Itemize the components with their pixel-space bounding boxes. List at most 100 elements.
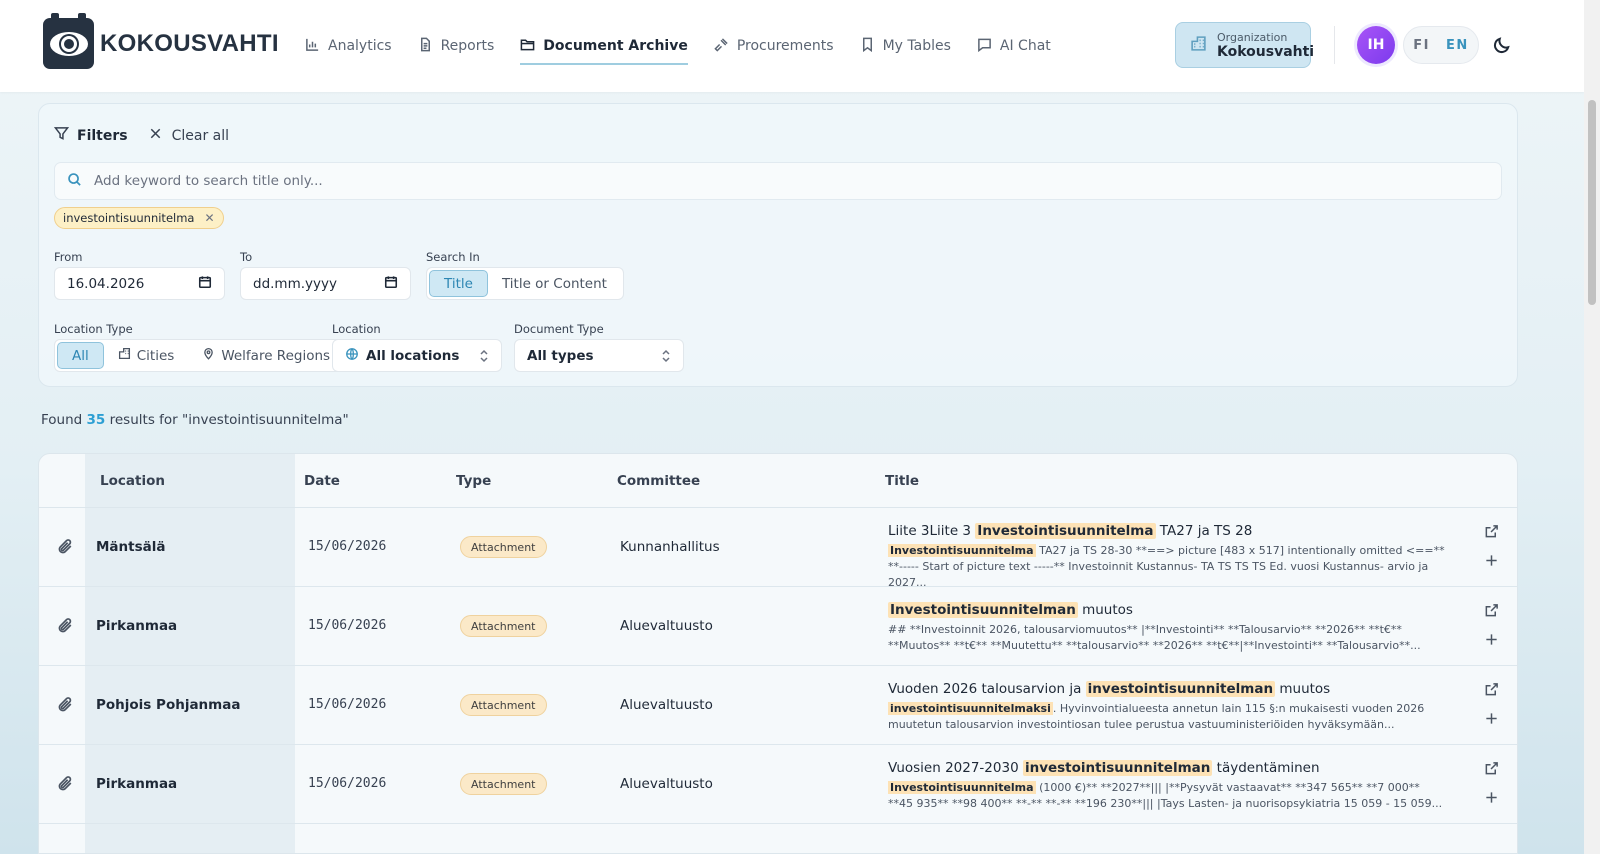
paperclip-icon	[57, 775, 74, 792]
language-switcher: FI EN	[1403, 26, 1479, 64]
row-title[interactable]: Investointisuunnitelman muutos	[888, 602, 1133, 618]
row-type-badge: Attachment	[460, 773, 547, 795]
building-icon	[118, 347, 131, 364]
folder-icon	[520, 37, 535, 56]
row-title[interactable]: Vuosien 2027-2030 investointisuunnitelma…	[888, 760, 1320, 776]
to-date-value: dd.mm.yyyy	[253, 275, 337, 292]
document-type-select[interactable]: All types	[514, 339, 684, 372]
title-highlight: Investointisuunnitelma	[975, 523, 1156, 539]
nav-analytics[interactable]: Analytics	[305, 31, 392, 61]
chevron-updown-icon	[479, 348, 489, 364]
clear-all-label: Clear all	[171, 127, 230, 144]
keyword-chip-label: investointisuunnitelma	[63, 211, 195, 225]
search-input[interactable]	[94, 173, 1474, 189]
nav-label: Document Archive	[543, 38, 688, 54]
column-header-type[interactable]: Type	[456, 473, 491, 489]
keyword-search	[54, 162, 1502, 200]
table-row[interactable]: Pirkanmaa 15/06/2026 Attachment Aluevalt…	[39, 587, 1517, 666]
logo-eye-icon	[43, 13, 94, 69]
calendar-icon[interactable]	[384, 275, 398, 293]
nav-label: AI Chat	[999, 38, 1051, 54]
nav-reports[interactable]: Reports	[418, 31, 495, 61]
row-title[interactable]: Vuoden 2026 talousarvion ja investointis…	[888, 681, 1330, 697]
keyword-chip: investointisuunnitelma ✕	[54, 207, 224, 229]
column-header-title[interactable]: Title	[885, 473, 919, 489]
plus-icon[interactable]	[1484, 790, 1500, 806]
plus-icon[interactable]	[1484, 632, 1500, 648]
column-header-committee[interactable]: Committee	[617, 473, 700, 489]
nav-document-archive[interactable]: Document Archive	[520, 31, 688, 65]
table-row[interactable]: Mäntsälä 15/06/2026 Attachment Kunnanhal…	[39, 508, 1517, 589]
user-avatar[interactable]: IH	[1357, 26, 1395, 64]
title-highlight: Investointisuunnitelman	[888, 602, 1078, 618]
row-date: 15/06/2026	[308, 539, 387, 554]
clear-all-button[interactable]: Clear all	[148, 126, 229, 145]
row-committee: Aluevaltuusto	[620, 697, 713, 713]
row-location: Pirkanmaa	[96, 618, 178, 634]
location-type-all[interactable]: All	[57, 342, 104, 369]
location-select[interactable]: All locations	[332, 339, 502, 372]
row-date: 15/06/2026	[308, 618, 387, 633]
row-snippet: Investointisuunnitelma (1000 €)** **2027…	[888, 780, 1448, 812]
row-snippet: Investointisuunnitelma TA27 ja TS 28-30 …	[888, 543, 1448, 591]
document-type-label: Document Type	[514, 322, 604, 336]
plus-icon[interactable]	[1484, 553, 1500, 569]
column-header-date[interactable]: Date	[304, 473, 340, 489]
logo-text: KOKOUSVAHTI	[100, 29, 279, 57]
row-title[interactable]: Liite 3Liite 3 Investointisuunnitelma TA…	[888, 523, 1252, 539]
app-logo[interactable]: KOKOUSVAHTI	[43, 13, 279, 69]
search-icon	[67, 172, 82, 191]
title-text: Vuosien 2027-2030	[888, 760, 1023, 776]
nav-my-tables[interactable]: My Tables	[860, 31, 951, 61]
org-name: Kokousvahti	[1217, 43, 1315, 60]
org-label: Organization	[1217, 30, 1288, 44]
external-link-icon[interactable]	[1484, 524, 1500, 540]
title-highlight: investointisuunnitelman	[1085, 681, 1276, 697]
table-header: Location Date Type Committee Title	[39, 454, 1517, 508]
close-icon	[148, 126, 163, 145]
welfare-regions-label: Welfare Regions	[221, 347, 331, 364]
found-suffix: results for "investointisuunnitelma"	[109, 412, 349, 428]
results-summary: Found 35 results for "investointisuunnit…	[41, 412, 349, 428]
paperclip-icon	[57, 696, 74, 713]
nav-label: Procurements	[736, 38, 834, 54]
funnel-icon	[53, 126, 70, 145]
snippet-highlight: Investointisuunnitelma	[888, 544, 1036, 557]
row-committee: Kunnanhallitus	[620, 539, 720, 555]
external-link-icon[interactable]	[1484, 761, 1500, 777]
table-row[interactable]: Pohjois Pohjanmaa 15/06/2026 Attachment …	[39, 666, 1517, 745]
location-select-value: All locations	[366, 347, 460, 364]
document-icon	[418, 37, 433, 56]
location-type-welfare-regions[interactable]: Welfare Regions	[188, 342, 344, 369]
search-in-title-or-content[interactable]: Title or Content	[488, 270, 621, 297]
column-header-location[interactable]: Location	[100, 473, 165, 489]
filters-toggle[interactable]: Filters	[53, 126, 128, 145]
nav-procurements[interactable]: Procurements	[714, 31, 834, 61]
search-in-title[interactable]: Title	[429, 270, 488, 297]
organization-switcher[interactable]: Organization Kokousvahti	[1175, 22, 1315, 68]
calendar-icon[interactable]	[198, 275, 212, 293]
plus-icon[interactable]	[1484, 711, 1500, 727]
nav-ai-chat[interactable]: AI Chat	[977, 31, 1051, 61]
cities-label: Cities	[136, 347, 175, 364]
moon-icon[interactable]	[1493, 36, 1511, 54]
scrollbar-thumb[interactable]	[1588, 100, 1596, 305]
page-scrollbar[interactable]	[1584, 0, 1600, 854]
row-location: Pirkanmaa	[96, 776, 178, 792]
external-link-icon[interactable]	[1484, 682, 1500, 698]
external-link-icon[interactable]	[1484, 603, 1500, 619]
lang-fi-button[interactable]: FI	[1413, 38, 1430, 53]
from-date-input[interactable]: 16.04.2026	[54, 267, 225, 300]
remove-chip-icon[interactable]: ✕	[204, 211, 214, 225]
filter-panel: Filters Clear all investointisuunnitelma…	[38, 103, 1518, 387]
document-type-select-value: All types	[527, 347, 594, 364]
table-row[interactable]: Pirkanmaa 15/06/2026 Attachment Aluevalt…	[39, 745, 1517, 824]
title-text: Vuoden 2026 talousarvion ja	[888, 681, 1086, 697]
to-date-input[interactable]: dd.mm.yyyy	[240, 267, 411, 300]
search-in-toggle: Title Title or Content	[426, 267, 624, 300]
lang-en-button[interactable]: EN	[1446, 38, 1469, 53]
title-text: TA27 ja TS 28	[1155, 523, 1253, 539]
location-type-cities[interactable]: Cities	[104, 342, 189, 369]
title-highlight: investointisuunnitelman	[1022, 760, 1213, 776]
nav-label: Reports	[440, 38, 495, 54]
